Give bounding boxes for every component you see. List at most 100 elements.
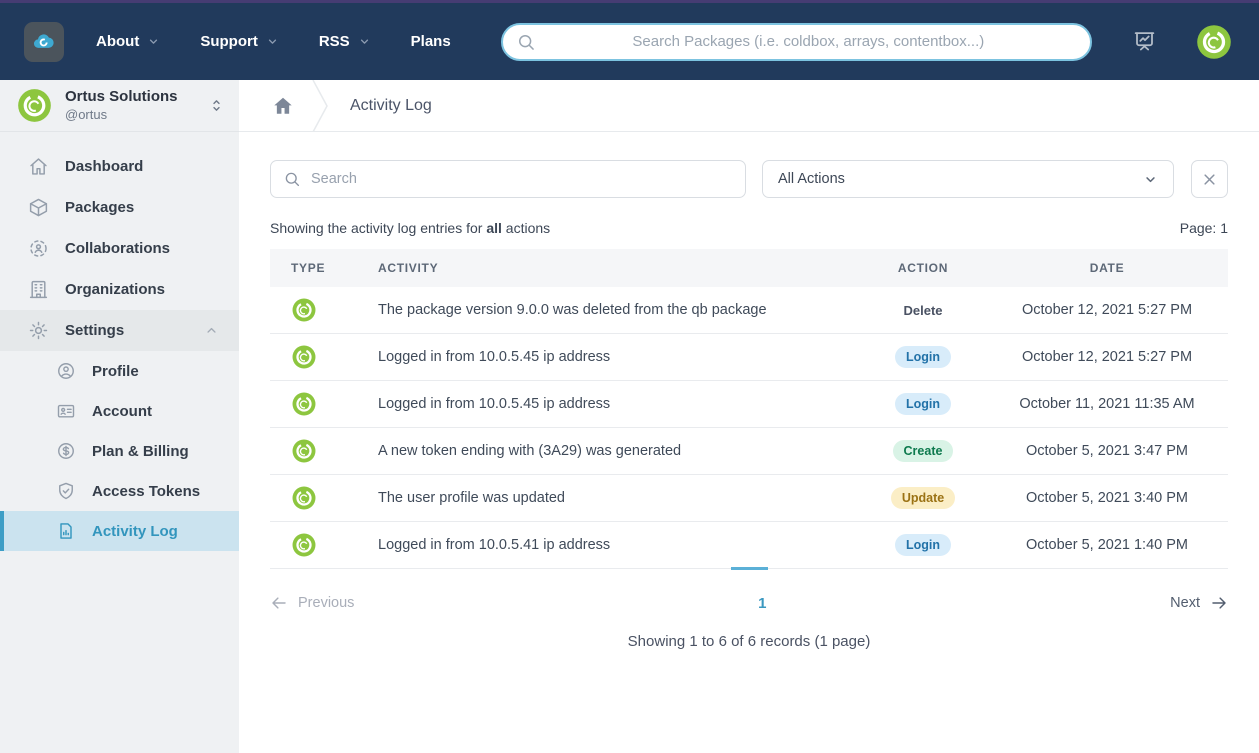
sidebar-item-account[interactable]: Account [0, 391, 239, 431]
org-handle: @ortus [65, 106, 108, 122]
action-filter-select[interactable]: All Actions [762, 160, 1174, 198]
building-icon [28, 279, 49, 300]
nav-link-label: Support [200, 33, 258, 50]
col-action: ACTION [860, 249, 986, 287]
dollar-icon [56, 441, 76, 461]
row-type-avatar [291, 391, 317, 417]
active-page-indicator [730, 567, 768, 570]
sidebar-item-settings[interactable]: Settings [0, 310, 239, 351]
previous-button[interactable]: Previous [270, 594, 354, 612]
sidebar-item-label: Plan & Billing [92, 442, 189, 460]
activity-date: October 12, 2021 5:27 PM [1021, 349, 1193, 365]
col-type: TYPE [270, 249, 368, 287]
table-row[interactable]: The user profile was updated Update Octo… [270, 474, 1228, 522]
cube-icon [28, 197, 49, 218]
chevron-down-icon [1143, 172, 1158, 187]
nav-link-support[interactable]: Support [200, 33, 279, 50]
sidebar-item-plan-billing[interactable]: Plan & Billing [0, 431, 239, 471]
org-switcher[interactable]: Ortus Solutions @ortus [0, 80, 239, 132]
col-date: DATE [986, 249, 1228, 287]
page-indicator-label: Page: 1 [1179, 220, 1228, 236]
nav-link-rss[interactable]: RSS [319, 33, 371, 50]
forgebox-logo[interactable] [24, 21, 64, 62]
sidebar-item-label: Settings [65, 322, 125, 339]
table-row[interactable]: Logged in from 10.0.5.45 ip address Logi… [270, 380, 1228, 428]
sidebar-item-profile[interactable]: Profile [0, 351, 239, 391]
row-type-avatar [291, 532, 317, 558]
idcard-icon [56, 401, 76, 421]
nav-right [1132, 23, 1233, 61]
nav-link-label: RSS [318, 33, 350, 50]
action-badge: Delete [903, 302, 943, 318]
status-text: Showing the activity log entries for all… [270, 220, 551, 236]
sidebar-item-label: Access Tokens [92, 482, 201, 500]
sidebar-item-label: Profile [92, 362, 139, 380]
table-header-row: TYPE ACTIVITY ACTION DATE [270, 249, 1228, 287]
activity-text: The user profile was updated [378, 490, 565, 506]
sidebar: Ortus Solutions @ortus Dashboard Package… [0, 80, 239, 753]
activity-text: Logged in from 10.0.5.45 ip address [378, 396, 611, 412]
org-meta: Ortus Solutions @ortus [65, 88, 178, 123]
action-badge: Update [890, 487, 956, 509]
row-type-avatar [291, 438, 317, 464]
close-icon [1200, 170, 1219, 189]
activity-text: A new token ending with (3A29) was gener… [378, 443, 682, 459]
sidebar-item-label: Account [92, 402, 152, 420]
table-row[interactable]: The package version 9.0.0 was deleted fr… [270, 287, 1228, 334]
page-number-1[interactable]: 1 [354, 595, 1170, 612]
home-icon [28, 156, 49, 177]
user-icon [56, 361, 76, 381]
sidebar-item-dashboard[interactable]: Dashboard [0, 146, 239, 187]
sidebar-item-packages[interactable]: Packages [0, 187, 239, 228]
sidebar-item-collaborations[interactable]: Collaborations [0, 228, 239, 269]
action-badge: Login [894, 393, 951, 415]
filter-row: All Actions [270, 160, 1228, 198]
sidebar-item-label: Activity Log [92, 522, 178, 540]
activity-log-content: All Actions Showing the activity log ent… [239, 132, 1259, 650]
row-type-avatar [291, 344, 317, 370]
activity-date: October 5, 2021 3:40 PM [1025, 490, 1188, 506]
next-button[interactable]: Next [1170, 594, 1228, 612]
activity-date: October 12, 2021 5:27 PM [1021, 302, 1193, 318]
row-type-avatar [291, 485, 317, 511]
sidebar-item-activity-log[interactable]: Activity Log [0, 511, 239, 551]
nav-search [500, 22, 1092, 61]
activity-text: Logged in from 10.0.5.41 ip address [378, 537, 611, 553]
user-avatar[interactable] [1195, 23, 1233, 61]
nav-link-label: About [96, 33, 140, 50]
package-search-input[interactable] [500, 22, 1092, 61]
activity-date: October 5, 2021 1:40 PM [1025, 537, 1188, 553]
gear-icon [28, 320, 49, 341]
sidebar-item-label: Packages [65, 199, 135, 216]
breadcrumb: Activity Log [239, 79, 1259, 132]
selector-icon [208, 97, 225, 114]
sidebar-item-access-tokens[interactable]: Access Tokens [0, 471, 239, 511]
col-activity: ACTIVITY [368, 249, 860, 287]
activity-date: October 11, 2021 11:35 AM [1019, 396, 1195, 412]
page-title: Activity Log [350, 96, 432, 114]
main-panel: Activity Log All Actions Showing the act… [239, 79, 1259, 753]
table-body: The package version 9.0.0 was deleted fr… [270, 287, 1228, 569]
home-icon[interactable] [272, 95, 294, 117]
presentation-chart-icon[interactable] [1132, 29, 1157, 54]
action-badge: Login [894, 534, 951, 556]
sidebar-item-organizations[interactable]: Organizations [0, 269, 239, 310]
sidebar-menu: Dashboard Packages Collaborations Organi… [0, 132, 239, 551]
nav-links: About Support RSS Plans [96, 33, 451, 50]
nav-link-plans[interactable]: Plans [411, 33, 451, 50]
clear-filters-button[interactable] [1191, 160, 1228, 198]
nav-link-about[interactable]: About [96, 33, 160, 50]
search-icon [516, 32, 536, 52]
table-row[interactable]: Logged in from 10.0.5.45 ip address Logi… [270, 333, 1228, 381]
action-filter-value: All Actions [778, 171, 845, 187]
nav-link-label: Plans [410, 33, 451, 50]
table-row[interactable]: A new token ending with (3A29) was gener… [270, 427, 1228, 475]
chevron-down-icon [358, 35, 371, 48]
collab-icon [28, 238, 49, 259]
activity-text: The package version 9.0.0 was deleted fr… [378, 302, 767, 318]
log-search-input[interactable] [270, 160, 746, 198]
activity-text: Logged in from 10.0.5.45 ip address [378, 349, 611, 365]
org-avatar [16, 87, 53, 124]
action-badge: Create [892, 440, 954, 462]
table-row[interactable]: Logged in from 10.0.5.41 ip address Logi… [270, 521, 1228, 569]
